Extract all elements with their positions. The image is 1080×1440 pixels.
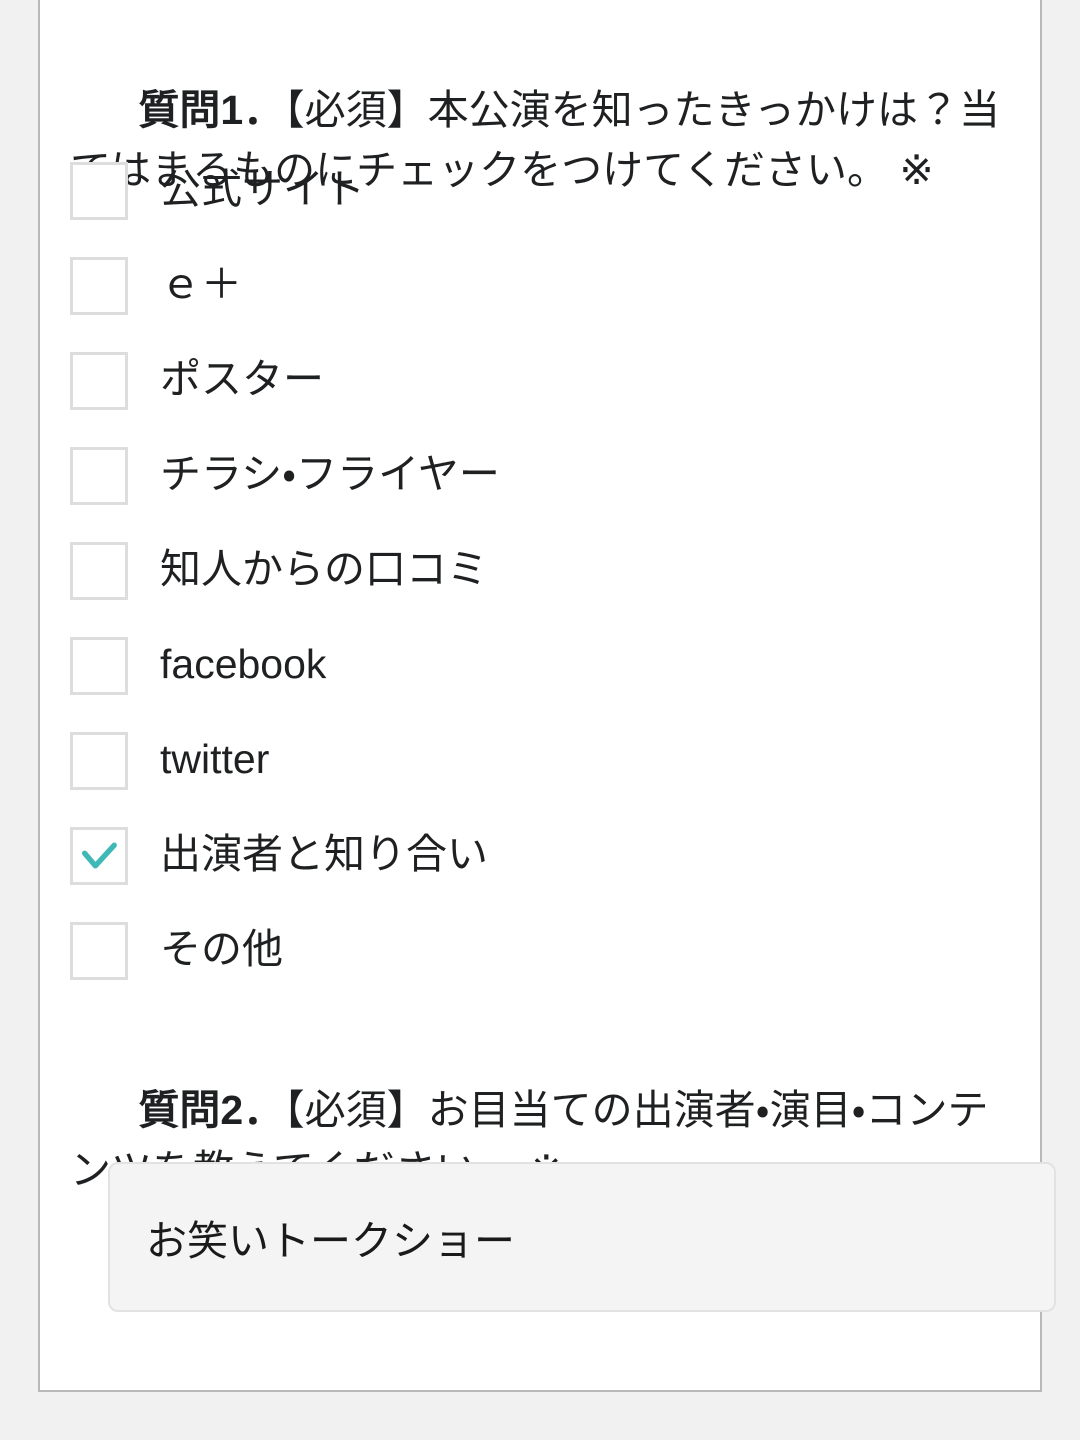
option-label-other: その他 [160, 926, 283, 972]
option-label-flyer: チラシ・フライヤー [160, 451, 500, 497]
option-row-poster[interactable]: ポスター [70, 350, 970, 445]
checkbox-other[interactable] [70, 922, 128, 980]
checkbox-eplus[interactable] [70, 257, 128, 315]
question-2-answer-input[interactable] [108, 1162, 1056, 1312]
option-label-poster: ポスター [160, 356, 324, 402]
checkbox-poster[interactable] [70, 352, 128, 410]
option-label-facebook: facebook [160, 641, 327, 687]
option-label-word-of-mouth: 知人からの口コミ [160, 546, 488, 592]
checkbox-official-site[interactable] [70, 162, 128, 220]
checkbox-facebook[interactable] [70, 637, 128, 695]
option-label-know-performer: 出演者と知り合い [160, 831, 488, 877]
option-row-flyer[interactable]: チラシ・フライヤー [70, 445, 970, 540]
option-row-know-performer[interactable]: 出演者と知り合い [70, 825, 970, 920]
question-1-number: 質問1． [138, 87, 285, 133]
option-label-twitter: twitter [160, 736, 270, 782]
option-row-twitter[interactable]: twitter [70, 730, 970, 825]
option-row-word-of-mouth[interactable]: 知人からの口コミ [70, 540, 970, 635]
checkbox-word-of-mouth[interactable] [70, 542, 128, 600]
option-row-other[interactable]: その他 [70, 920, 970, 1015]
checkbox-twitter[interactable] [70, 732, 128, 790]
option-row-official-site[interactable]: 公式サイト [70, 160, 970, 255]
question-1-option-list: 公式サイト ｅ＋ ポスター チラシ・フライヤー 知人からの口コミ faceboo… [70, 160, 970, 1015]
page-root: 質問1．【必須】本公演を知ったきっかけは？当てはまるものにチェックをつけてくださ… [0, 0, 1080, 1440]
checkbox-know-performer[interactable] [70, 827, 128, 885]
option-label-official-site: 公式サイト [160, 166, 365, 212]
question-2-number: 質問2． [138, 1087, 285, 1133]
check-icon [81, 842, 117, 869]
checkbox-flyer[interactable] [70, 447, 128, 505]
option-row-facebook[interactable]: facebook [70, 635, 970, 730]
option-label-eplus: ｅ＋ [160, 261, 242, 307]
option-row-eplus[interactable]: ｅ＋ [70, 255, 970, 350]
survey-form-card: 質問1．【必須】本公演を知ったきっかけは？当てはまるものにチェックをつけてくださ… [38, 0, 1056, 1392]
